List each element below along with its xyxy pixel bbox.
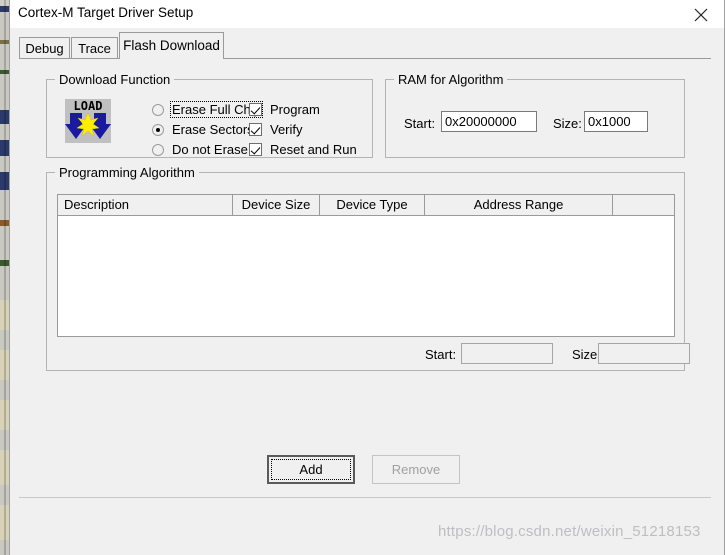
column-header-device-type[interactable]: Device Type [320, 195, 425, 215]
radio-label-erase-sectors: Erase Sectors [172, 122, 254, 137]
download-function-legend: Download Function [55, 72, 175, 87]
download-function-group: Download Function LOAD Erase Full Chip E [46, 72, 373, 158]
ram-start-label: Start: [404, 116, 436, 131]
checkbox-program[interactable]: Program [249, 101, 320, 118]
radio-erase-sectors[interactable]: Erase Sectors [152, 121, 255, 138]
algorithm-size-label: Size: [572, 347, 601, 362]
ram-for-algorithm-group: RAM for Algorithm Start: Size: [385, 72, 685, 158]
radio-mark-erase-full-chip [152, 103, 164, 116]
algorithm-start-label: Start: [425, 347, 457, 362]
tab-flash-download[interactable]: Flash Download [119, 32, 224, 59]
radio-erase-full-chip[interactable]: Erase Full Chip [152, 101, 263, 118]
close-button[interactable] [678, 0, 724, 28]
ram-start-input[interactable] [441, 111, 537, 132]
ram-for-algorithm-legend: RAM for Algorithm [394, 72, 508, 87]
column-header-spacer[interactable] [613, 195, 674, 215]
radio-mark-erase-sectors [152, 123, 164, 136]
checkbox-label-program: Program [270, 102, 320, 117]
column-header-address-range[interactable]: Address Range [425, 195, 613, 215]
load-icon: LOAD [65, 99, 111, 143]
checkbox-label-reset-and-run: Reset and Run [270, 142, 357, 157]
table-body-empty[interactable] [58, 216, 674, 336]
checkbox-mark-verify [249, 123, 262, 136]
checkbox-label-verify: Verify [270, 122, 303, 137]
radio-label-do-not-erase: Do not Erase [172, 142, 248, 157]
algorithm-start-input[interactable] [461, 343, 553, 364]
checkbox-mark-program [249, 103, 262, 116]
screen: Cortex-M Target Driver Setup Debug Trace… [0, 0, 725, 555]
ram-size-label: Size: [553, 116, 582, 131]
desktop-background-strip [0, 0, 9, 555]
window-title: Cortex-M Target Driver Setup [18, 5, 194, 20]
table-header-row: Description Device Size Device Type Addr… [58, 195, 674, 216]
load-icon-text: LOAD [73, 99, 103, 113]
checkbox-mark-reset-and-run [249, 143, 262, 156]
add-button-label: Add [299, 462, 323, 477]
tab-debug[interactable]: Debug [19, 37, 70, 59]
add-button[interactable]: Add [267, 455, 355, 484]
flash-download-panel: Download Function LOAD Erase Full Chip E [19, 58, 711, 493]
dialog-footer: 确定 取消 应用(A) [10, 498, 724, 555]
remove-button: Remove [372, 455, 460, 484]
column-header-device-size[interactable]: Device Size [233, 195, 320, 215]
titlebar: Cortex-M Target Driver Setup [10, 0, 724, 28]
ram-size-input[interactable] [584, 111, 648, 132]
checkbox-reset-and-run[interactable]: Reset and Run [249, 141, 357, 158]
programming-algorithm-table: Description Device Size Device Type Addr… [57, 194, 675, 337]
checkbox-verify[interactable]: Verify [249, 121, 303, 138]
column-header-description[interactable]: Description [58, 195, 233, 215]
tab-bar: Debug Trace Flash Download [10, 28, 724, 59]
programming-algorithm-legend: Programming Algorithm [55, 165, 199, 180]
tab-trace[interactable]: Trace [71, 37, 118, 59]
algorithm-size-input[interactable] [598, 343, 690, 364]
cortex-m-target-driver-setup-dialog: Cortex-M Target Driver Setup Debug Trace… [9, 0, 725, 555]
radio-mark-do-not-erase [152, 143, 164, 156]
programming-algorithm-group: Programming Algorithm Description Device… [46, 165, 690, 371]
radio-do-not-erase[interactable]: Do not Erase [152, 141, 249, 158]
remove-button-label: Remove [391, 462, 441, 477]
